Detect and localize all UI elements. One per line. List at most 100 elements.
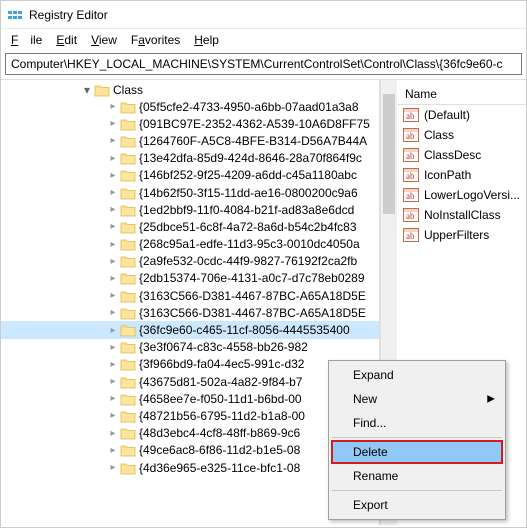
tree-node-label: {48721b56-6795-11d2-b1a8-00	[139, 409, 305, 423]
chevron-right-icon: ▸	[107, 153, 119, 164]
menu-bar: File Edit View Favorites Help	[1, 29, 526, 53]
folder-icon	[120, 426, 136, 440]
ctx-find[interactable]: Find...	[331, 411, 503, 435]
value-row[interactable]: abClassDesc	[397, 145, 526, 165]
tree-node[interactable]: ▸{25dbce51-6c8f-4a72-8a6d-b54c2b4fc83	[1, 218, 379, 235]
menu-help[interactable]: Help	[188, 31, 225, 49]
tree-node-label: {4658ee7e-f050-11d1-b6bd-00	[139, 392, 302, 406]
ctx-export[interactable]: Export	[331, 493, 503, 517]
tree-node[interactable]: ▸ {49ce6ac8-6f86-11d2-b1e5-08	[1, 442, 379, 459]
tree-node-class[interactable]: ▾ Class	[1, 82, 379, 98]
tree-node[interactable]: ▸{43675d81-502a-4a82-9f84-b7	[1, 373, 379, 390]
ctx-separator	[332, 490, 502, 491]
tree-node-label: Class	[113, 83, 143, 97]
regedit-icon	[7, 7, 23, 23]
value-name: UpperFilters	[424, 228, 489, 242]
submenu-arrow-icon: ▶	[487, 394, 495, 405]
ctx-separator	[332, 437, 502, 438]
tree-view[interactable]: ▾Class▸{05f5cfe2-4733-4950-a6bb-07aad01a…	[1, 80, 380, 525]
tree-node-label: {49ce6ac8-6f86-11d2-b1e5-08	[139, 443, 300, 457]
folder-icon	[120, 271, 136, 285]
folder-icon	[120, 237, 136, 251]
tree-node-label: {43675d81-502a-4a82-9f84-b7	[139, 375, 302, 389]
address-bar[interactable]: Computer\HKEY_LOCAL_MACHINE\SYSTEM\Curre…	[5, 53, 522, 75]
chevron-down-icon: ▾	[81, 83, 93, 97]
string-value-icon: ab	[403, 207, 419, 223]
tree-node[interactable]: ▸{091BC97E-2352-4362-A539-10A6D8FF75	[1, 115, 379, 132]
ctx-new[interactable]: New▶	[331, 387, 503, 411]
folder-icon	[94, 83, 110, 97]
chevron-right-icon: ▸	[107, 204, 119, 215]
tree-node[interactable]: ▸{146bf252-9f25-4209-a6dd-c45a1180abc	[1, 167, 379, 184]
value-row[interactable]: abIconPath	[397, 165, 526, 185]
folder-icon	[120, 254, 136, 268]
tree-node[interactable]: ▸{3f966bd9-fa04-4ec5-991c-d32	[1, 356, 379, 373]
tree-node-label: {1264760F-A5C8-4BFE-B314-D56A7B44A	[139, 134, 367, 148]
menu-view[interactable]: View	[85, 31, 123, 49]
tree-node[interactable]: ▸ {3163C566-D381-4467-87BC-A65A18D5E	[1, 287, 379, 304]
tree-node[interactable]: ▸{36fc9e60-c465-11cf-8056-4445535400	[1, 321, 379, 338]
folder-icon	[120, 323, 136, 337]
tree-node[interactable]: ▸{2db15374-706e-4131-a0c7-d7c78eb0289	[1, 270, 379, 287]
menu-favorites[interactable]: Favorites	[125, 31, 186, 49]
value-name: IconPath	[424, 168, 471, 182]
chevron-right-icon: ▸	[107, 445, 119, 456]
chevron-right-icon: ▸	[107, 273, 119, 284]
folder-icon	[120, 134, 136, 148]
tree-node[interactable]: ▸{48d3ebc4-4cf8-48ff-b869-9c6	[1, 425, 379, 442]
tree-node-label: {36fc9e60-c465-11cf-8056-4445535400	[139, 323, 350, 337]
chevron-right-icon: ▸	[107, 221, 119, 232]
folder-icon	[120, 357, 136, 371]
tree-node[interactable]: ▸{14b62f50-3f15-11dd-ae16-0800200c9a6	[1, 184, 379, 201]
folder-icon	[120, 461, 136, 475]
folder-icon	[120, 443, 136, 457]
folder-icon	[120, 168, 136, 182]
folder-icon	[120, 100, 136, 114]
value-row[interactable]: abLowerLogoVersi...	[397, 185, 526, 205]
tree-node-label: {091BC97E-2352-4362-A539-10A6D8FF75	[139, 117, 370, 131]
tree-node-label: {3163C566-D381-4467-87BC-A65A18D5E	[139, 306, 366, 320]
value-row[interactable]: ab(Default)	[397, 105, 526, 125]
tree-node[interactable]: ▸{1ed2bbf9-11f0-4084-b21f-ad83a8e6dcd	[1, 201, 379, 218]
ctx-expand[interactable]: Expand	[331, 363, 503, 387]
svg-text:ab: ab	[406, 211, 415, 221]
menu-edit[interactable]: Edit	[50, 31, 83, 49]
tree-node[interactable]: ▸{2a9fe532-0cdc-44f9-9827-76192f2ca2fb	[1, 253, 379, 270]
value-name: Class	[424, 128, 454, 142]
chevron-right-icon: ▸	[107, 428, 119, 439]
ctx-rename[interactable]: Rename	[331, 464, 503, 488]
tree-node-label: {3f966bd9-fa04-4ec5-991c-d32	[139, 357, 304, 371]
string-value-icon: ab	[403, 227, 419, 243]
tree-node-label: {4d36e965-e325-11ce-bfc1-08	[139, 461, 300, 475]
tree-node[interactable]: ▸{3163C566-D381-4467-87BC-A65A18D5E	[1, 304, 379, 321]
folder-icon	[120, 203, 136, 217]
value-name: LowerLogoVersi...	[424, 188, 520, 202]
tree-node[interactable]: ▸{268c95a1-edfe-11d3-95c3-0010dc4050a	[1, 236, 379, 253]
value-row[interactable]: ab UpperFilters	[397, 225, 526, 245]
tree-node[interactable]: ▸{4d36e965-e325-11ce-bfc1-08	[1, 459, 379, 476]
tree-node[interactable]: ▸{48721b56-6795-11d2-b1a8-00	[1, 407, 379, 424]
tree-node[interactable]: ▸{3e3f0674-c83c-4558-bb26-982	[1, 339, 379, 356]
values-column-name[interactable]: Name	[397, 84, 526, 105]
value-row[interactable]: ab Class	[397, 125, 526, 145]
chevron-right-icon: ▸	[107, 393, 119, 404]
menu-file[interactable]: File	[5, 31, 48, 49]
folder-icon	[120, 186, 136, 200]
tree-node[interactable]: ▸ {4658ee7e-f050-11d1-b6bd-00	[1, 390, 379, 407]
tree-node-label: {3163C566-D381-4467-87BC-A65A18D5E	[139, 289, 366, 303]
string-value-icon: ab	[403, 127, 419, 143]
chevron-right-icon: ▸	[107, 290, 119, 301]
ctx-delete[interactable]: Delete	[331, 440, 503, 464]
folder-icon	[120, 117, 136, 131]
string-value-icon: ab	[403, 147, 419, 163]
value-row[interactable]: ab NoInstallClass	[397, 205, 526, 225]
value-name: NoInstallClass	[424, 208, 501, 222]
folder-icon	[120, 409, 136, 423]
scrollbar-thumb[interactable]	[383, 94, 395, 214]
tree-node[interactable]: ▸{13e42dfa-85d9-424d-8646-28a70f864f9c	[1, 150, 379, 167]
tree-node[interactable]: ▸{05f5cfe2-4733-4950-a6bb-07aad01a3a8	[1, 98, 379, 115]
chevron-right-icon: ▸	[107, 256, 119, 267]
svg-text:ab: ab	[406, 131, 415, 141]
tree-node[interactable]: ▸{1264760F-A5C8-4BFE-B314-D56A7B44A	[1, 132, 379, 149]
tree-node-label: {05f5cfe2-4733-4950-a6bb-07aad01a3a8	[139, 100, 359, 114]
